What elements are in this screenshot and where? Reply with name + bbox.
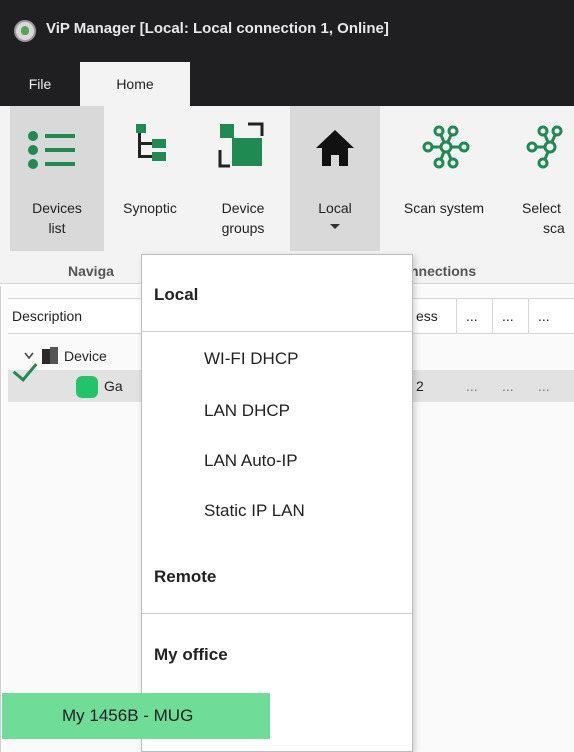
dropdown-item-lan-auto-ip[interactable]: LAN Auto-IP <box>142 441 412 481</box>
connection-dropdown: Local WI-FI DHCP LAN DHCP LAN Auto-IP St… <box>141 254 413 752</box>
window-title: ViP Manager [Local: Local connection 1, … <box>46 20 389 37</box>
menu-file[interactable]: File <box>0 62 80 106</box>
menu-home[interactable]: Home <box>80 62 190 106</box>
select-scan-label-1: Select <box>522 200 561 216</box>
row-extra-1: ... <box>466 378 478 394</box>
dropdown-header-office: My office <box>154 645 228 664</box>
device-icon <box>42 347 58 364</box>
app-logo-icon <box>14 20 36 42</box>
select-scan-label-2: sca <box>543 220 565 236</box>
device-groups-label-2: groups <box>221 220 265 236</box>
row-extra-3: ... <box>538 378 550 394</box>
scan-system-button[interactable]: Scan system <box>380 106 508 251</box>
dropdown-item-my-1456b-mug[interactable]: My 1456B - MUG <box>2 693 270 739</box>
devices-list-label-1: Devices <box>32 200 82 216</box>
dropdown-item-wifi-dhcp[interactable]: WI-FI DHCP <box>142 339 412 379</box>
device-groups-icon <box>218 122 264 168</box>
column-separator[interactable] <box>492 299 493 333</box>
column-description[interactable]: Description <box>12 299 82 333</box>
devices-list-button[interactable]: Devices list <box>10 106 104 251</box>
dropdown-header-remote: Remote <box>154 567 217 586</box>
dropdown-separator <box>142 331 412 332</box>
row-extra-2: ... <box>502 378 514 394</box>
list-icon <box>28 131 75 169</box>
row-gateway-label: Ga <box>104 378 123 394</box>
column-more-1[interactable]: ... <box>466 299 478 333</box>
group-label-navigation: Naviga <box>68 263 114 279</box>
synoptic-label: Synoptic <box>123 200 177 216</box>
column-separator[interactable] <box>528 299 529 333</box>
row-device-label: Device <box>64 348 107 364</box>
column-separator[interactable] <box>456 299 457 333</box>
title-bar: ViP Manager [Local: Local connection 1, … <box>0 0 574 62</box>
device-groups-label-1: Device <box>221 200 265 216</box>
column-more-2[interactable]: ... <box>502 299 514 333</box>
devices-list-label-2: list <box>48 220 66 236</box>
chevron-down-icon <box>330 224 340 229</box>
gateway-status-icon <box>76 376 98 398</box>
group-label-connections: nnections <box>410 263 477 279</box>
synoptic-tree-icon <box>136 124 166 161</box>
network-icon <box>526 125 563 169</box>
local-label: Local <box>318 200 352 216</box>
home-icon <box>316 130 354 166</box>
synoptic-button[interactable]: Synoptic <box>104 106 196 251</box>
select-scan-button[interactable]: Select sca <box>508 106 574 251</box>
column-address[interactable]: ess <box>416 299 438 333</box>
row-address: 2 <box>416 378 424 394</box>
network-icon <box>422 125 470 169</box>
dropdown-header-local: Local <box>154 285 199 304</box>
dropdown-separator <box>142 613 412 614</box>
column-more-3[interactable]: ... <box>538 299 550 333</box>
local-button[interactable]: Local <box>290 106 380 251</box>
device-groups-button[interactable]: Device groups <box>196 106 290 251</box>
menu-bar: File Home <box>0 62 574 106</box>
dropdown-item-lan-dhcp[interactable]: LAN DHCP <box>142 391 412 431</box>
dropdown-item-static-ip-lan[interactable]: Static IP LAN <box>142 491 412 531</box>
scan-system-label: Scan system <box>403 200 485 216</box>
